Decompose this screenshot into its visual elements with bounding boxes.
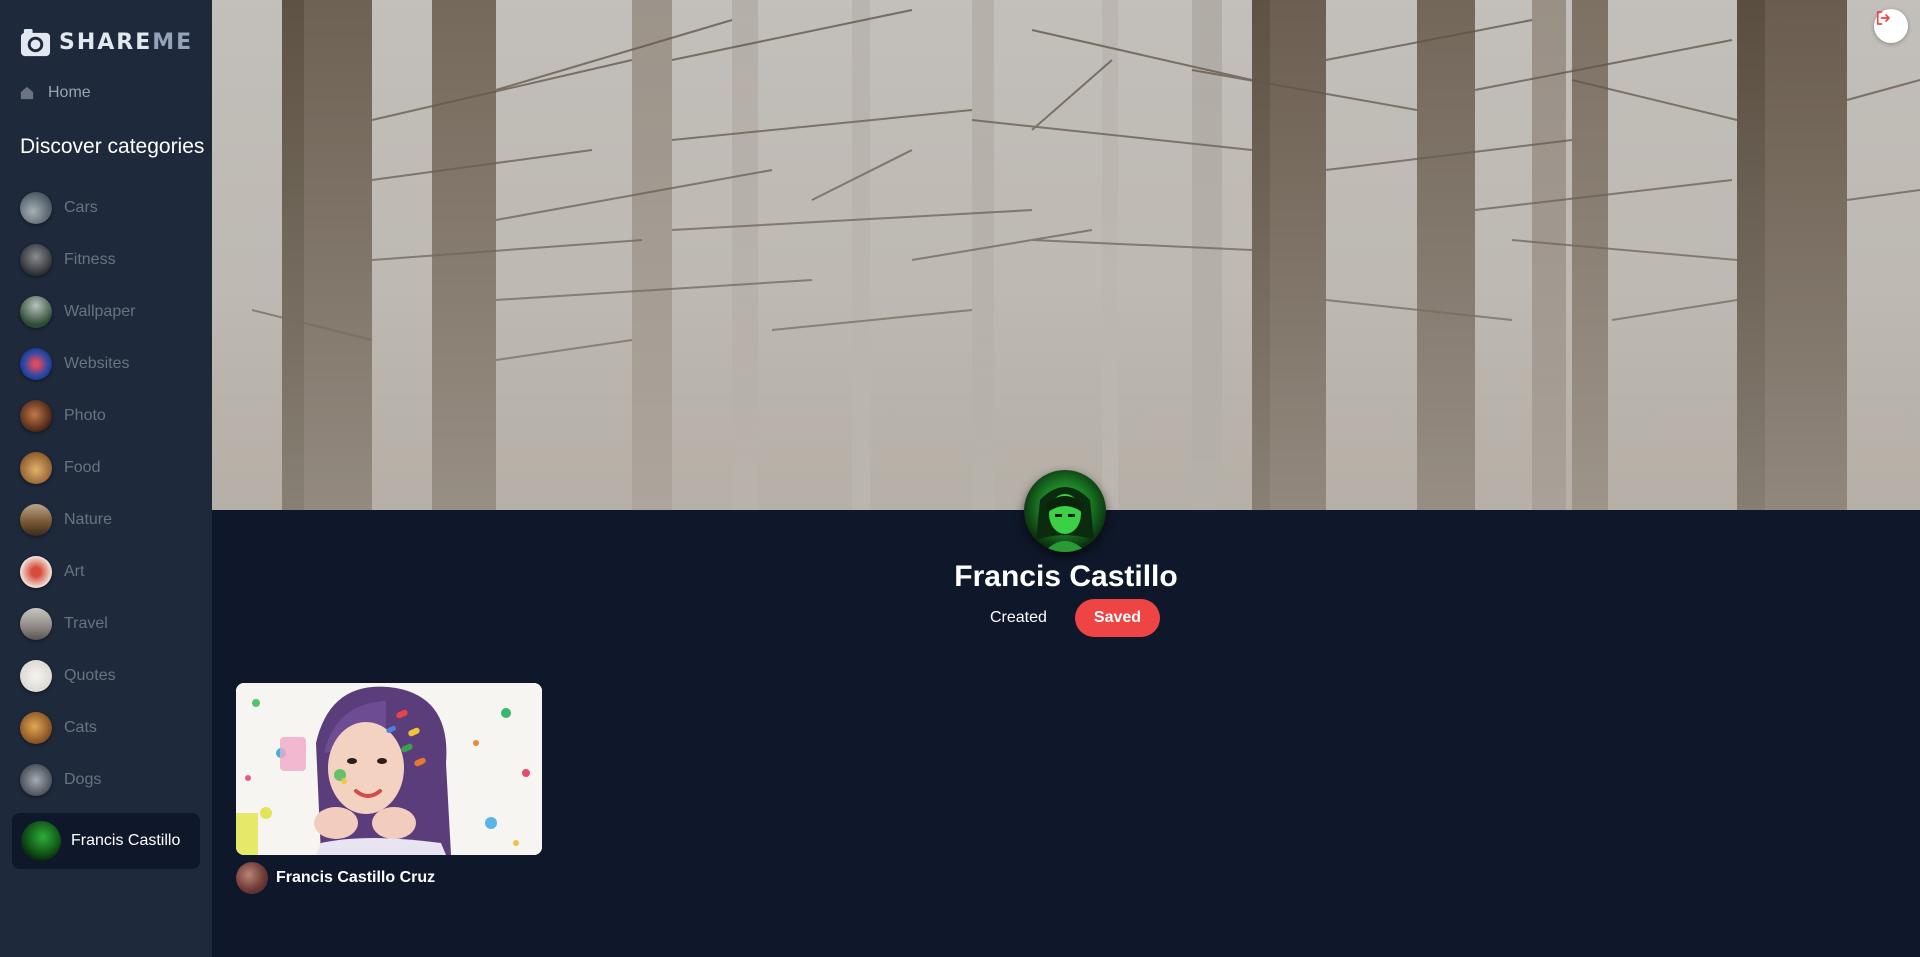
category-label: Cars [64,199,98,216]
logout-icon [1876,11,1890,25]
category-thumbnail [20,556,52,588]
avatar [236,862,268,894]
category-item-wallpaper[interactable]: Wallpaper [20,286,135,338]
profile-tabs: Created Saved [212,599,1920,637]
category-label: Travel [64,615,108,632]
pin-image[interactable] [236,683,542,855]
category-label: Cats [64,719,97,736]
category-item-websites[interactable]: Websites [20,338,135,390]
pin-author-name: Francis Castillo Cruz [276,869,436,886]
category-item-cats[interactable]: Cats [20,702,135,754]
category-label: Quotes [64,667,116,684]
tab-saved[interactable]: Saved [1074,599,1161,637]
category-label: Dogs [64,771,102,788]
category-thumbnail [20,400,52,432]
category-item-travel[interactable]: Travel [20,598,135,650]
logout-button[interactable] [1874,9,1908,43]
avatar [21,821,61,861]
pin-portrait-illustration [236,683,542,855]
category-item-dogs[interactable]: Dogs [20,754,135,806]
category-item-nature[interactable]: Nature [20,494,135,546]
category-thumbnail [20,608,52,640]
category-list: Cars Fitness Wallpaper Websites Photo Fo… [20,182,135,806]
profile-name: Francis Castillo [954,560,1178,593]
nav-home-label: Home [48,84,91,101]
sidebar-profile-link[interactable]: Francis Castillo [12,813,200,869]
category-item-art[interactable]: Art [20,546,135,598]
tab-created[interactable]: Created [972,599,1065,637]
profile-main: Francis Castillo Created Saved Francis C… [212,0,1920,957]
brand-logo[interactable]: SHAREME [20,27,193,58]
category-thumbnail [20,452,52,484]
category-label: Wallpaper [64,303,136,320]
brand-name: SHAREME [59,30,194,55]
sidebar-profile-name: Francis Castillo [71,832,181,849]
category-thumbnail [20,712,52,744]
category-thumbnail [20,764,52,796]
category-label: Websites [64,355,130,372]
sidebar: SHAREME Home Discover categories Cars Fi… [0,0,212,957]
category-thumbnail [20,244,52,276]
profile-avatar [1024,470,1106,552]
camera-icon [20,28,51,57]
categories-heading: Discover categories [20,135,205,158]
pin-author-link[interactable]: Francis Castillo Cruz [236,862,542,894]
category-label: Food [64,459,101,476]
category-item-cars[interactable]: Cars [20,182,135,234]
category-thumbnail [20,504,52,536]
category-thumbnail [20,296,52,328]
category-thumbnail [20,660,52,692]
category-label: Nature [64,511,113,528]
profile-banner-image [212,0,1920,510]
forest-banner-illustration [212,0,1920,510]
pin-card: Francis Castillo Cruz [236,683,542,894]
home-icon [20,86,34,100]
category-label: Fitness [64,251,116,268]
nav-home-link[interactable]: Home [20,84,91,102]
category-item-quotes[interactable]: Quotes [20,650,135,702]
category-thumbnail [20,192,52,224]
category-item-food[interactable]: Food [20,442,135,494]
category-label: Art [64,563,85,580]
category-item-fitness[interactable]: Fitness [20,234,135,286]
category-item-photo[interactable]: Photo [20,390,135,442]
category-thumbnail [20,348,52,380]
anime-avatar-illustration [1036,487,1094,552]
category-label: Photo [64,407,106,424]
